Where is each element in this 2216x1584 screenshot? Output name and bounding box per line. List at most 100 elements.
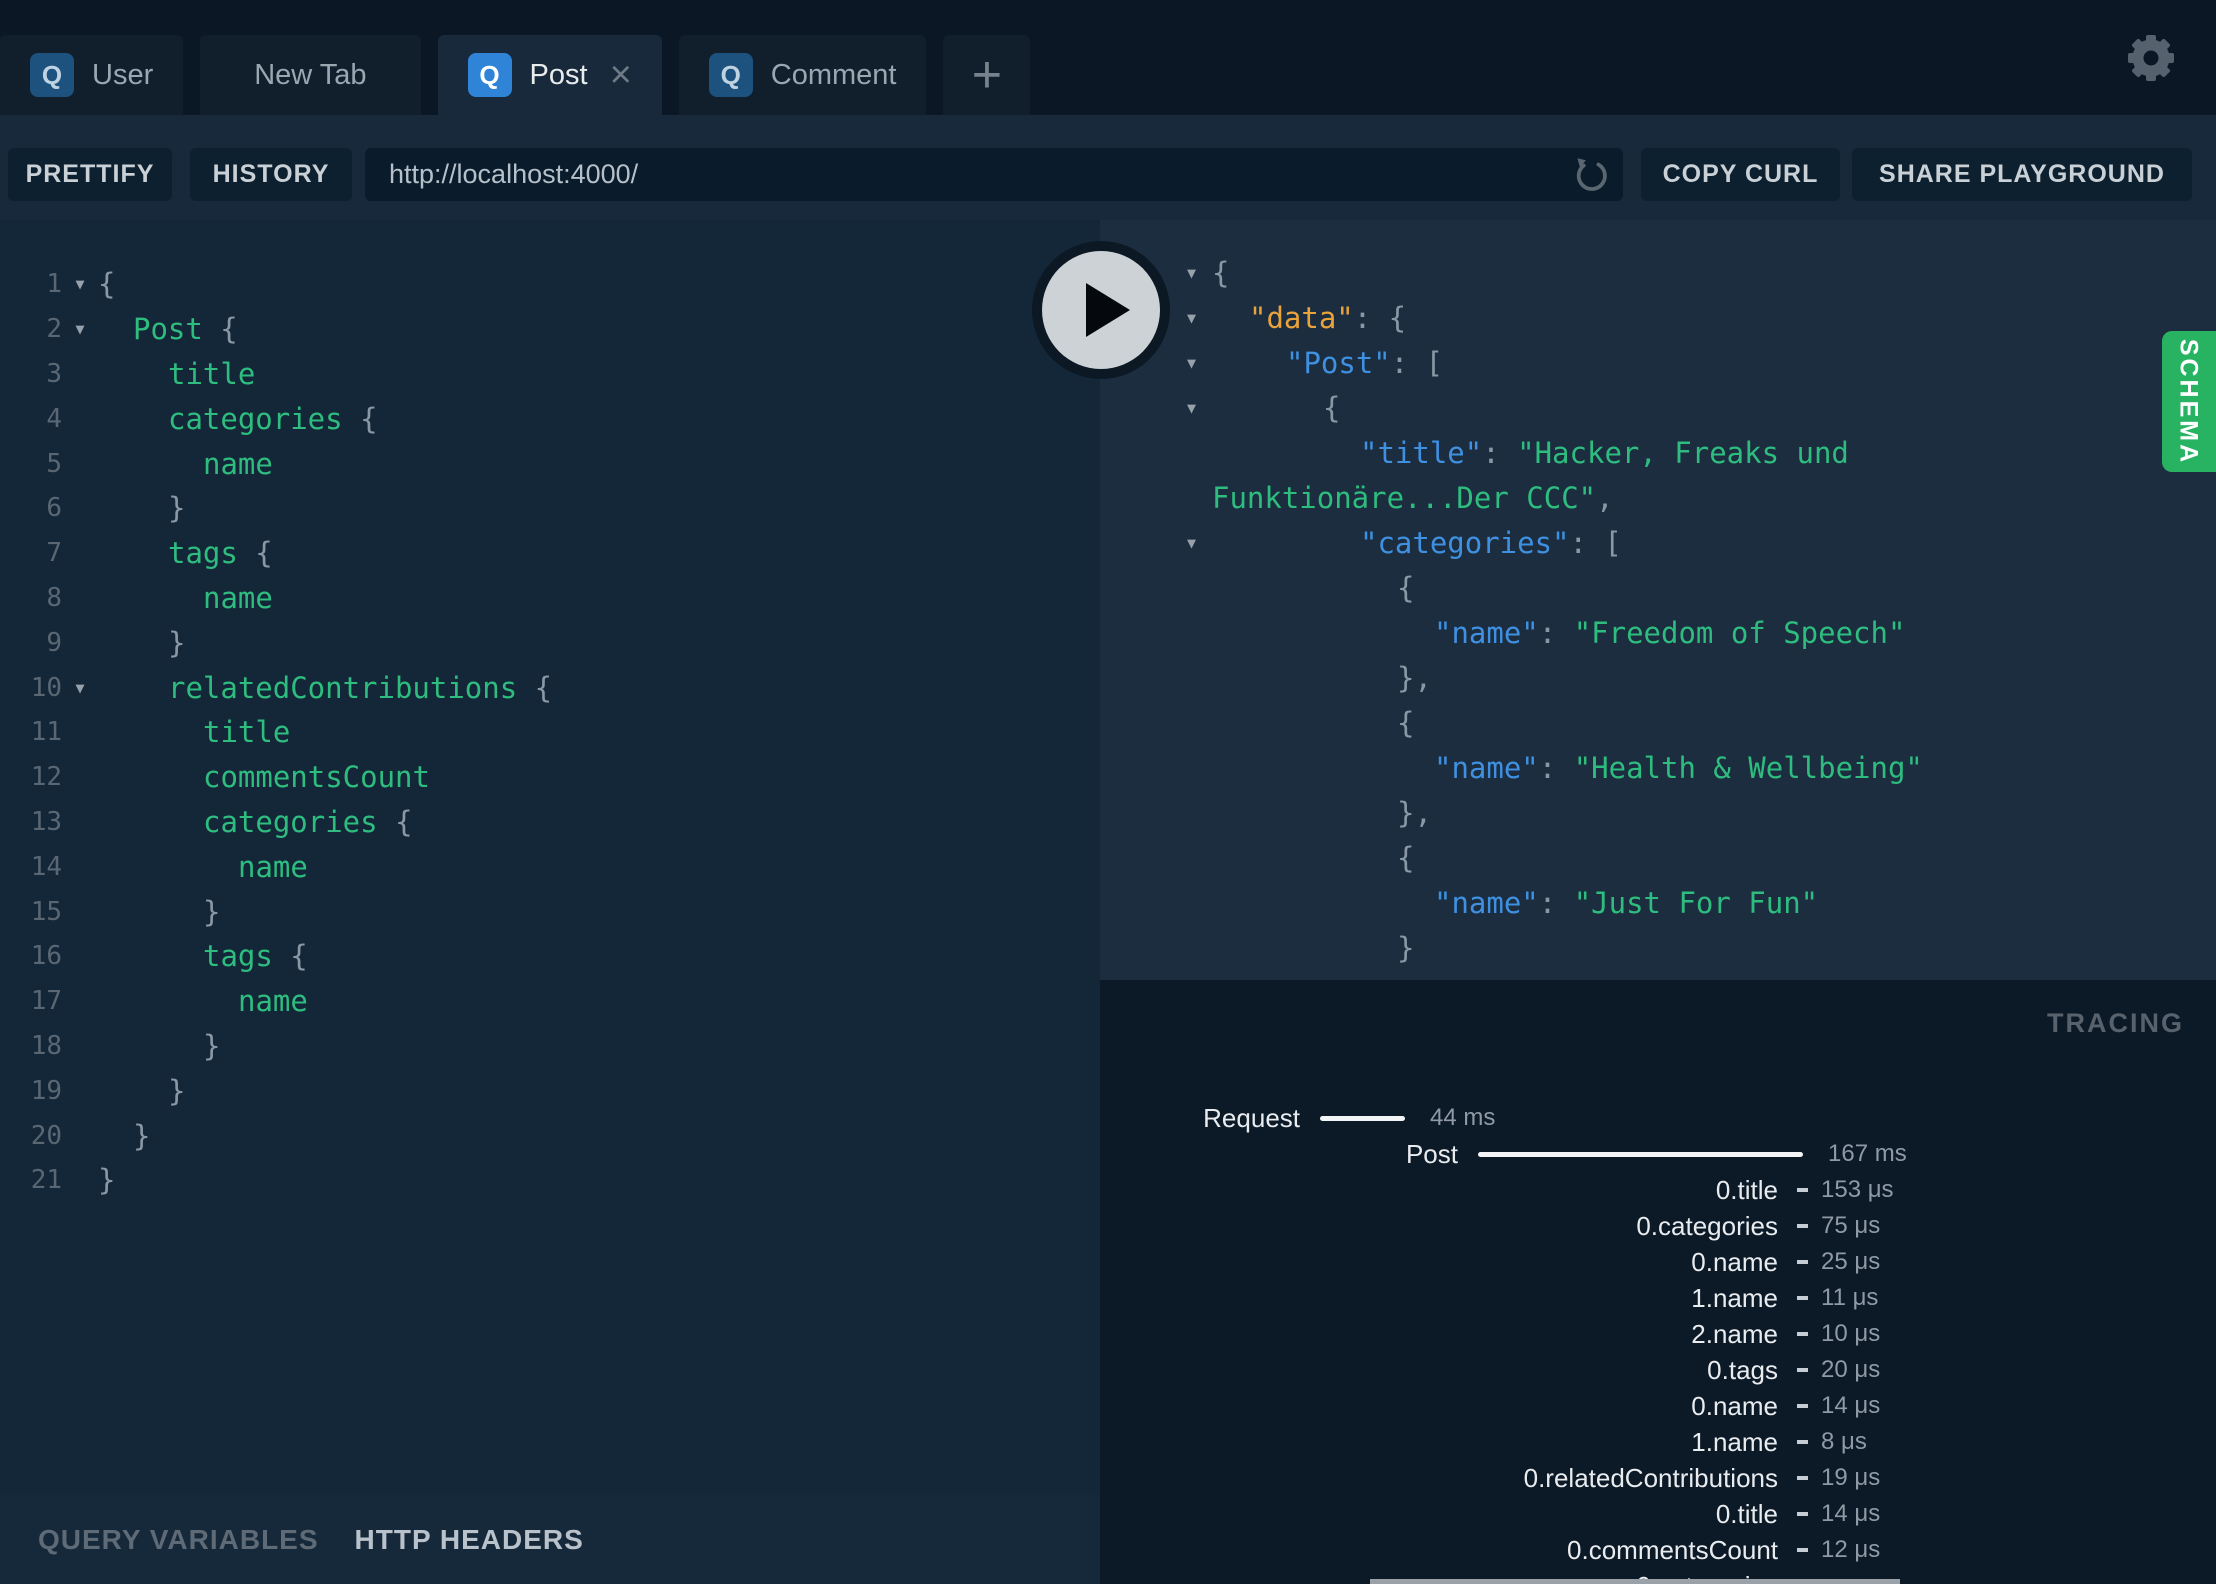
response-line: }, [1100, 790, 2216, 835]
trace-label: Request [1203, 1102, 1300, 1133]
bottom-bar: QUERY VARIABLES HTTP HEADERS [0, 1495, 1100, 1584]
tab-comment[interactable]: Q Comment [678, 35, 927, 115]
response-line: "name": "Freedom of Speech" [1100, 610, 2216, 655]
share-playground-button[interactable]: SHARE PLAYGROUND [1852, 148, 2192, 201]
code-text: tags { [203, 939, 308, 974]
trace-row: 0.title 14 μs [1100, 1496, 2216, 1532]
trace-row: 0.relatedContributions 19 μs [1100, 1460, 2216, 1496]
response-text: }, [1397, 795, 1432, 830]
line-number: 9 [46, 627, 62, 658]
query-variables-tab[interactable]: QUERY VARIABLES [38, 1524, 319, 1556]
trace-label: 0.name [1691, 1246, 1778, 1277]
settings-button[interactable] [2127, 34, 2175, 82]
tracing-panel: TRACING Request 44 ms Post 167 ms 0.title 153… [1100, 980, 2216, 1584]
trace-value: 25 μs [1821, 1248, 1881, 1275]
response-line: ▼ "data": { [1100, 295, 2216, 340]
response-text: { [1397, 570, 1415, 605]
response-viewer: ▼{▼ "data": {▼ "Post": [▼{"title": "Hacker… [1100, 220, 2216, 980]
fold-arrow-icon[interactable]: ▼ [1100, 534, 1212, 552]
line-number: 3 [46, 358, 62, 389]
code-text: } [203, 894, 221, 929]
trace-value: 14 μs [1821, 1500, 1881, 1527]
trace-row: 2.name 10 μs [1100, 1316, 2216, 1352]
response-text: { [1212, 255, 1230, 290]
code-line: 12 commentsCount [0, 755, 1100, 800]
http-headers-tab[interactable]: HTTP HEADERS [355, 1524, 584, 1556]
execute-button[interactable] [1032, 241, 1170, 379]
trace-value: 20 μs [1821, 1356, 1881, 1383]
tab-post[interactable]: Q Post × [437, 35, 662, 115]
trace-tick [1797, 1368, 1808, 1372]
code-text: Post { [133, 312, 238, 347]
response-text: { [1397, 840, 1415, 875]
code-line: 16 tags { [0, 934, 1100, 979]
fold-arrow-icon[interactable]: ▼ [1100, 399, 1212, 417]
trace-tick [1797, 1260, 1808, 1264]
trace-label: 0.title [1715, 1498, 1778, 1529]
code-text: relatedContributions { [168, 670, 553, 705]
reload-icon[interactable] [1569, 154, 1611, 196]
fold-arrow-icon[interactable]: ▼ [62, 320, 98, 338]
code-line: 3 title [0, 352, 1100, 397]
query-type-badge: Q [467, 53, 512, 97]
response-line: "name": "Health & Wellbeing" [1100, 745, 2216, 790]
response-line: { [1100, 835, 2216, 880]
endpoint-url-input[interactable] [365, 159, 1569, 190]
code-text: } [168, 625, 186, 660]
close-tab-icon[interactable]: × [610, 56, 632, 94]
tab-user[interactable]: Q User [0, 35, 184, 115]
code-line: 4 categories { [0, 396, 1100, 441]
trace-tick [1797, 1224, 1808, 1228]
line-number: 14 [30, 851, 62, 882]
response-text: { [1323, 390, 1341, 425]
trace-label: 1.name [1691, 1426, 1778, 1457]
code-line: 6} [0, 486, 1100, 531]
code-text: name [238, 984, 308, 1019]
trace-value: 11 μs [1821, 1284, 1879, 1311]
fold-arrow-icon[interactable]: ▼ [62, 679, 98, 697]
trace-label: Post [1405, 1138, 1458, 1169]
line-number: 18 [30, 1030, 62, 1061]
schema-tab[interactable]: SCHEMA [2162, 331, 2216, 472]
code-text: } [98, 1163, 116, 1198]
schema-tab-label: SCHEMA [2174, 338, 2203, 465]
trace-value: 75 μs [1821, 1212, 1881, 1239]
line-number: 19 [30, 1075, 62, 1106]
line-number: 6 [46, 493, 62, 524]
new-tab-button[interactable]: + [943, 35, 1031, 115]
trace-label: 0.commentsCount [1567, 1534, 1778, 1565]
tab-list: Q User New Tab Q Post × Q Comment [0, 35, 943, 115]
query-type-badge: Q [30, 53, 74, 97]
code-line: 1 ▼{ [0, 262, 1100, 307]
response-line: ▼ "categories": [ [1100, 520, 2216, 565]
response-text: "name": "Freedom of Speech" [1434, 615, 1906, 650]
trace-row: 1.name 11 μs [1100, 1280, 2216, 1316]
tab-new-tab[interactable]: New Tab [200, 35, 421, 115]
copy-curl-button[interactable]: COPY CURL [1641, 148, 1840, 201]
response-line: ] [1100, 970, 2216, 981]
code-line: 14 name [0, 844, 1100, 889]
fold-arrow-icon[interactable]: ▼ [62, 275, 98, 293]
history-button[interactable]: HISTORY [190, 148, 352, 201]
line-number: 5 [46, 448, 62, 479]
trace-row: 0.categories 75 μs [1100, 1208, 2216, 1244]
response-line: { [1100, 565, 2216, 610]
prettify-button[interactable]: PRETTIFY [8, 148, 172, 201]
response-line: } [1100, 925, 2216, 970]
trace-value: 167 ms [1828, 1140, 1907, 1167]
trace-tick [1797, 1440, 1808, 1444]
query-editor[interactable]: 1 ▼{2 ▼ Post {3 title 4 categories {5 name 6} 7 ta… [0, 220, 1100, 1495]
trace-row: 0.name 25 μs [1100, 1244, 2216, 1280]
line-number: 13 [30, 806, 62, 837]
code-text: name [238, 849, 308, 884]
code-line: 20} [0, 1113, 1100, 1158]
response-text: }, [1397, 660, 1432, 695]
trace-row: 0.title 153 μs [1100, 1172, 2216, 1208]
code-text: title [168, 356, 256, 391]
line-number: 17 [30, 986, 62, 1017]
tracing-scrollbar[interactable] [1370, 1579, 1900, 1584]
code-line: 7 tags { [0, 531, 1100, 576]
trace-tick [1797, 1296, 1808, 1300]
trace-tick [1797, 1332, 1808, 1336]
line-number: 15 [30, 896, 62, 927]
